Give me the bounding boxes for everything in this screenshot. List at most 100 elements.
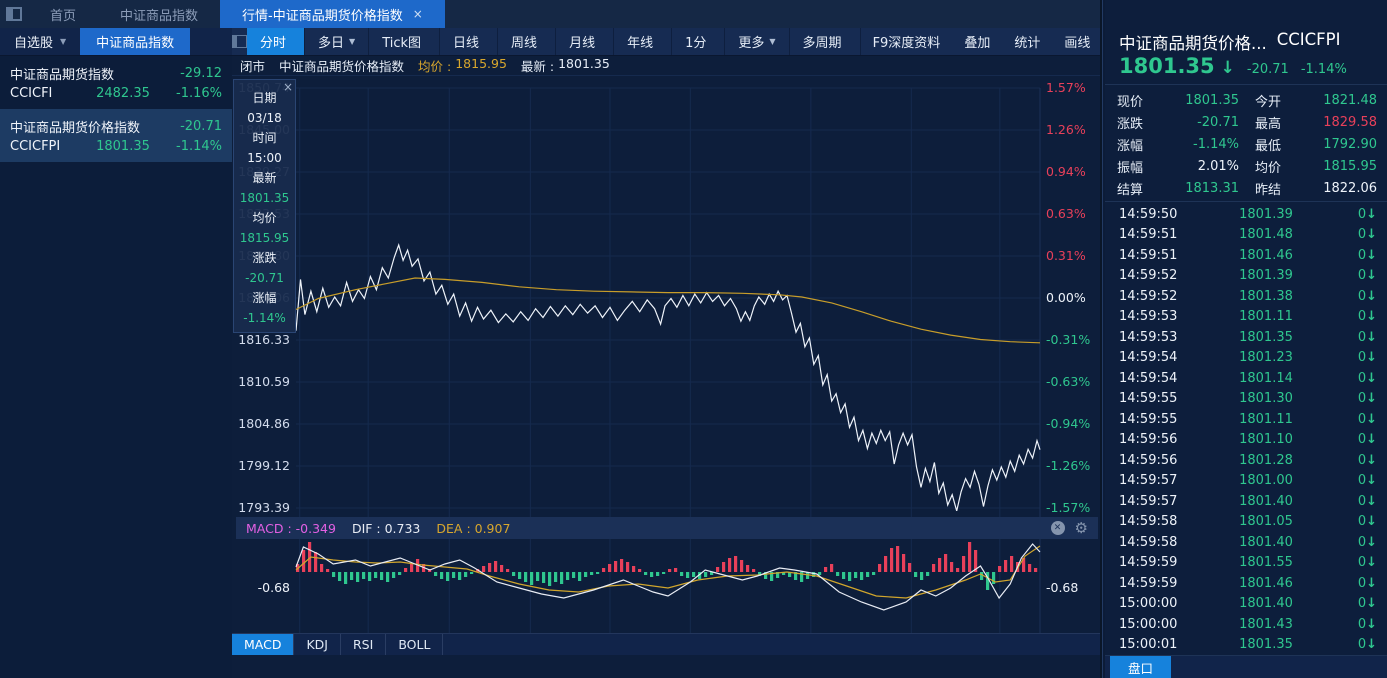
tick-time: 14:59:55	[1119, 411, 1178, 427]
indicator-tab[interactable]: RSI	[341, 634, 387, 655]
period-button[interactable]: 多周期	[790, 28, 861, 55]
period-button[interactable]: Tick图	[369, 28, 441, 55]
tick-volume: 0↓	[1357, 596, 1377, 612]
tab-quote-active[interactable]: 行情-中证商品期货价格指数 ×	[220, 0, 445, 28]
watchlist-group-tab[interactable]: 中证商品指数	[80, 28, 191, 55]
tick-price: 1801.40	[1239, 596, 1293, 612]
stat-value: 2.01%	[1197, 158, 1239, 174]
stat-value: 1822.06	[1323, 180, 1377, 196]
tick-time: 14:59:55	[1119, 391, 1178, 407]
toolbar-link[interactable]: 统计	[1002, 28, 1052, 55]
period-button-label: 多周期	[802, 36, 842, 51]
chevron-down-icon: ▼	[349, 37, 356, 46]
stat-value: 1792.90	[1323, 136, 1377, 152]
toolbar-link[interactable]: 画线	[1052, 28, 1102, 55]
tick-volume: 0↓	[1357, 637, 1377, 653]
stock-name: 中证商品期货价格指数	[10, 120, 141, 136]
sidebar-toggle-icon[interactable]	[0, 0, 28, 28]
period-button[interactable]: 年线	[614, 28, 673, 55]
tab-index-list[interactable]: 中证商品指数	[98, 0, 220, 28]
tooltip-row: 涨幅 -1.14%	[234, 288, 295, 328]
indicator-tab[interactable]: KDJ	[294, 634, 341, 655]
stat-cell: 振幅 2.01%	[1117, 155, 1239, 177]
table-row: 14:59:52 1801.39 0↓	[1105, 266, 1387, 287]
stock-code: CCICFPI	[10, 138, 61, 154]
last-value: 1801.35	[558, 56, 610, 71]
arrow-down-icon: ↓	[1366, 596, 1377, 612]
period-button[interactable]: 更多 ▼	[725, 28, 790, 55]
tick-list[interactable]: 14:59:50 1801.39 0↓ 14:59:51 1801.48 0↓ …	[1105, 204, 1387, 655]
tick-time: 15:00:00	[1119, 616, 1178, 632]
list-item[interactable]: 中证商品期货指数 -29.12 CCICFI 2482.35 -1.16%	[0, 56, 232, 109]
table-row: 14:59:52 1801.38 0↓	[1105, 286, 1387, 307]
tick-time: 14:59:58	[1119, 534, 1178, 550]
quote-panel: 中证商品期货价格... CCICFPI 1801.35 ↓ -20.71 -1.…	[1105, 0, 1387, 678]
svg-text:-0.68: -0.68	[1046, 580, 1078, 595]
tooltip-label: 均价	[252, 211, 277, 225]
close-icon[interactable]: ×	[283, 80, 293, 94]
quote-title-code: CCICFPI	[1276, 30, 1341, 49]
table-row: 14:59:55 1801.30 0↓	[1105, 389, 1387, 410]
main-chart[interactable]: 1850.741.57%1845.001.26%1839.270.94%1833…	[232, 76, 1100, 655]
period-button-label: Tick图	[382, 36, 422, 51]
indicator-tab[interactable]: MACD	[232, 634, 295, 655]
period-button-label: 分时	[260, 36, 287, 51]
avg-label: 均价 :	[418, 59, 452, 74]
toolbar-link-label: 画线	[1064, 36, 1091, 51]
table-row: 14:59:54 1801.23 0↓	[1105, 348, 1387, 369]
period-buttons: 分时 多日 ▼ Tick图 日线 周线 月线 年线 1分 更多 ▼ 多周期	[247, 28, 861, 55]
period-button[interactable]: 分时	[247, 28, 306, 55]
period-button[interactable]: 1分	[672, 28, 726, 55]
toolbar-link[interactable]: 叠加	[952, 28, 1002, 55]
period-button[interactable]: 多日 ▼	[305, 28, 370, 55]
stat-value: 1813.31	[1185, 180, 1239, 196]
stock-change: -29.12	[180, 65, 222, 81]
price-chart-canvas[interactable]: 1850.741.57%1845.001.26%1839.270.94%1833…	[232, 76, 1100, 655]
tick-volume: 0↓	[1357, 534, 1377, 550]
divider	[1105, 201, 1387, 202]
tick-time: 15:00:01	[1119, 637, 1178, 653]
svg-text:1810.59: 1810.59	[238, 374, 290, 389]
table-row: 15:00:00 1801.40 0↓	[1105, 594, 1387, 615]
period-button[interactable]: 日线	[440, 28, 499, 55]
table-row: 14:59:53 1801.11 0↓	[1105, 307, 1387, 328]
tooltip-value: 03/18	[247, 111, 282, 125]
gear-icon[interactable]: ⚙	[1075, 521, 1088, 536]
top-tab-bar: 首页 中证商品指数 行情-中证商品期货价格指数 ×	[0, 0, 1100, 28]
stock-code: CCICFI	[10, 85, 53, 101]
collapse-left-panel-icon[interactable]	[232, 28, 247, 55]
tick-price: 1801.28	[1239, 452, 1293, 468]
tab-close-icon[interactable]: ×	[413, 7, 423, 21]
list-item[interactable]: 中证商品期货价格指数 -20.71 CCICFPI 1801.35 -1.14%	[0, 109, 232, 162]
arrow-down-icon: ↓	[1366, 370, 1377, 386]
stat-label: 涨跌	[1117, 116, 1144, 132]
close-indicator-icon[interactable]: ✕	[1050, 521, 1065, 535]
period-button[interactable]: 周线	[498, 28, 557, 55]
tooltip-label: 涨跌	[252, 251, 277, 265]
indicator-tab[interactable]: BOLL	[386, 634, 444, 655]
tick-time: 14:59:54	[1119, 350, 1178, 366]
tab-order-book-label: 盘口	[1128, 660, 1154, 676]
watchlist-dropdown[interactable]: 自选股 ▼	[0, 28, 80, 55]
arrow-down-icon: ↓	[1366, 411, 1377, 427]
tick-price: 1801.35	[1239, 329, 1293, 345]
period-button[interactable]: 月线	[556, 28, 615, 55]
stat-value: -1.14%	[1193, 136, 1239, 152]
tab-home[interactable]: 首页	[28, 0, 98, 28]
tab-index-list-label: 中证商品指数	[120, 8, 199, 24]
tick-time: 14:59:52	[1119, 288, 1178, 304]
tick-price: 1801.40	[1239, 493, 1293, 509]
toolbar-link[interactable]: F9深度资料	[861, 28, 953, 55]
tooltip-value: -20.71	[245, 271, 284, 285]
stat-label: 结算	[1117, 182, 1144, 198]
tooltip-row: 日期 03/18	[234, 88, 295, 128]
tab-order-book[interactable]: 盘口	[1110, 656, 1172, 678]
chevron-down-icon: ▼	[60, 37, 67, 46]
quote-pct: -1.14%	[1300, 62, 1347, 77]
tick-price: 1801.35	[1239, 637, 1293, 653]
arrow-down-icon: ↓	[1366, 452, 1377, 468]
tick-price: 1801.38	[1239, 288, 1293, 304]
period-button-label: 1分	[685, 36, 707, 51]
divider	[1105, 84, 1387, 85]
svg-text:-0.68: -0.68	[258, 580, 290, 595]
